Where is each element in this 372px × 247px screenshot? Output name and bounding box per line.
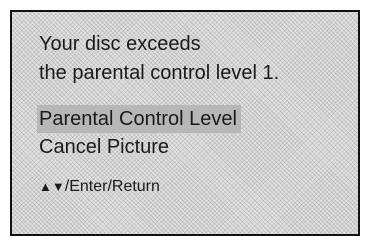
up-arrow-icon: ▲ bbox=[39, 179, 52, 194]
menu-item-cancel-picture[interactable]: Cancel Picture bbox=[37, 133, 241, 161]
menu-item-parental-control-level[interactable]: Parental Control Level bbox=[37, 105, 241, 133]
message-line-1: Your disc exceeds bbox=[39, 33, 201, 55]
down-arrow-icon: ▼ bbox=[51, 179, 65, 194]
navigation-hint: ▲▼/Enter/Return bbox=[39, 177, 160, 197]
parental-control-dialog: Your disc exceeds the parental control l… bbox=[10, 10, 360, 236]
message-line-2: the parental control level 1. bbox=[39, 62, 280, 84]
warning-message: Your disc exceeds the parental control l… bbox=[39, 30, 279, 88]
options-menu: Parental Control Level Cancel Picture bbox=[37, 105, 241, 161]
hint-text: /Enter/Return bbox=[64, 178, 160, 195]
